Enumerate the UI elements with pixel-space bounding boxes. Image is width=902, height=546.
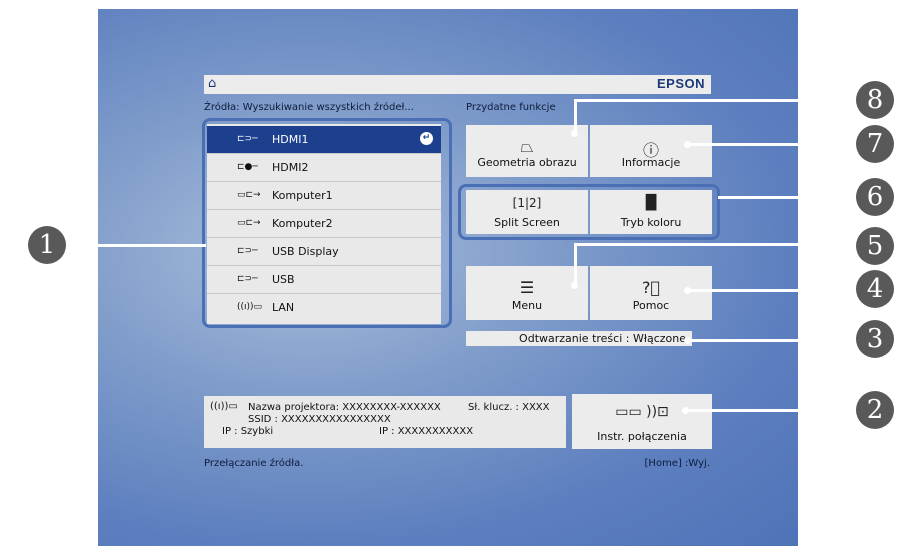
callout-line-5 [574, 243, 862, 246]
callout-badge-4: 4 [856, 270, 894, 308]
connection-mode: IP : Szybki [222, 426, 274, 437]
callout-line-4 [688, 289, 860, 292]
callout-badge-3: 3 [856, 320, 894, 358]
help-icon: ?⃝ [641, 278, 661, 297]
callout-badge-1: 1 [28, 226, 66, 264]
callout-dot-3 [684, 337, 691, 344]
footer-home-exit: [Home] :Wyj. [644, 458, 710, 469]
functions-title: Przydatne funkcje [466, 102, 556, 113]
info-tile[interactable]: ⓘ Informacje [590, 125, 712, 177]
tile-label: Informacje [621, 156, 681, 169]
geometry-tile[interactable]: ⏢ Geometria obrazu [466, 125, 588, 177]
content-playback-bar[interactable]: Odtwarzanie treści : Włączone [466, 331, 692, 346]
callout-badge-8: 8 [856, 81, 894, 119]
callout-line-3 [688, 339, 860, 342]
connection-guide-tile[interactable]: ▭▭ ))⊡ Instr. połączenia [572, 394, 712, 449]
callout-badge-5: 5 [856, 227, 894, 265]
keystone-icon: ⏢ [520, 137, 534, 156]
callout-dot-7 [684, 141, 691, 148]
tile-label: Pomoc [632, 299, 670, 312]
network-info-panel: ((ı))▭ Nazwa projektora: XXXXXXXX-XXXXXX… [204, 396, 566, 448]
security-key: Sł. klucz. : XXXX [468, 402, 550, 413]
callout-line-8 [574, 99, 862, 102]
tile-label: Geometria obrazu [477, 156, 577, 169]
home-icon[interactable]: ⌂ [208, 76, 216, 91]
tile-label: Instr. połączenia [597, 430, 687, 443]
callout-badge-7: 7 [856, 125, 894, 163]
source-list-highlight [202, 118, 452, 328]
top-bar: ⌂ EPSON [204, 75, 711, 94]
projector-name: Nazwa projektora: XXXXXXXX-XXXXXX [248, 402, 441, 413]
callout-line-7 [688, 143, 860, 146]
split-color-highlight [458, 184, 720, 240]
callout-line-6 [718, 196, 860, 199]
tile-label: Menu [511, 299, 543, 312]
content-playback-label: Odtwarzanie treści : Włączone [519, 332, 686, 345]
callout-dot-8 [571, 130, 578, 137]
ssid: SSID : XXXXXXXXXXXXXXXX [248, 414, 391, 425]
footer-switch-source: Przełączanie źródła. [204, 458, 304, 469]
callout-line-5-vertical [574, 243, 577, 285]
network-icon: ((ı))▭ [210, 401, 238, 412]
callout-badge-6: 6 [856, 178, 894, 216]
ip-address: IP : XXXXXXXXXXX [379, 426, 474, 437]
menu-tile[interactable]: ☰ Menu [466, 266, 588, 320]
callout-dot-2 [682, 407, 689, 414]
brand-logo: EPSON [656, 76, 705, 91]
sources-title: Źródła: Wyszukiwanie wszystkich źródeł..… [204, 102, 414, 113]
callout-line-2 [686, 409, 862, 412]
callout-dot-4 [684, 287, 691, 294]
projector-connection-icon: ▭▭ ))⊡ [615, 404, 669, 420]
callout-badge-2: 2 [856, 391, 894, 429]
menu-icon: ☰ [519, 278, 535, 297]
callout-dot-5 [571, 282, 578, 289]
help-tile[interactable]: ?⃝ Pomoc [590, 266, 712, 320]
callout-line-8-vertical [574, 99, 577, 133]
callout-line-1 [70, 244, 206, 247]
